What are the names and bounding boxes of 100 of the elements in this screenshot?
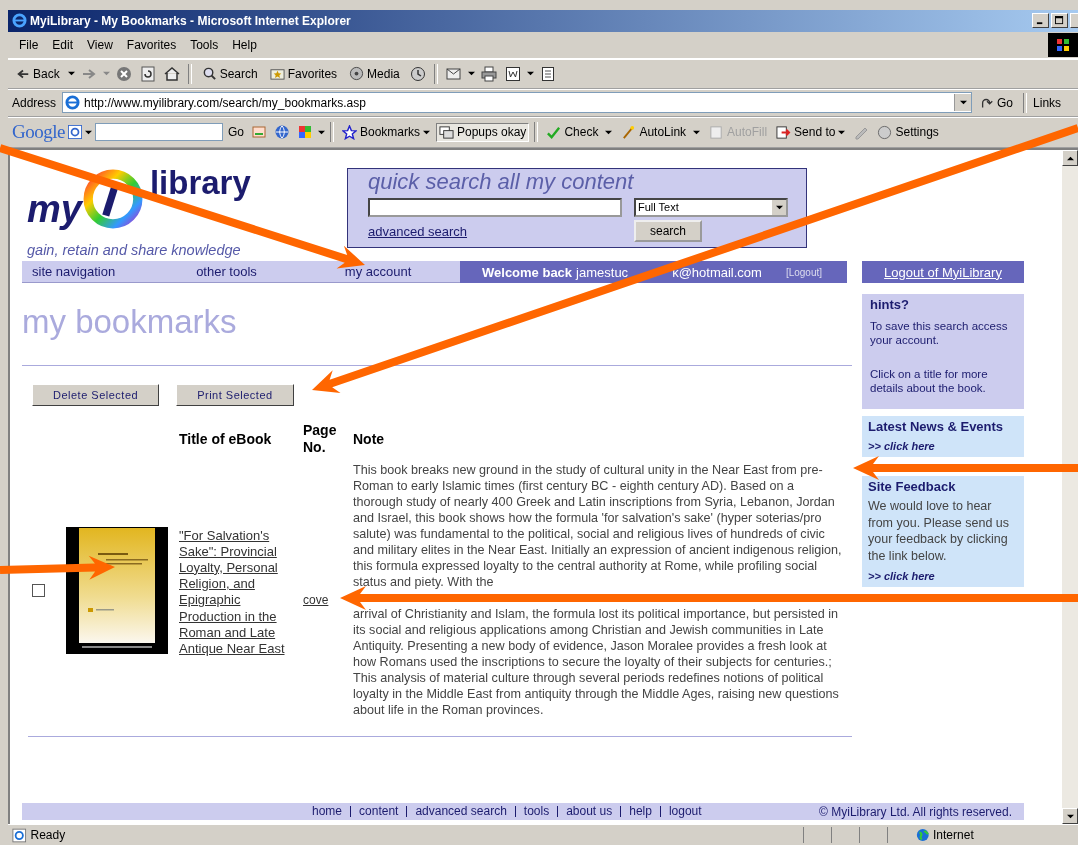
book-title-link[interactable]: "For Salvation's Sake": Provincial Loyalty, Personal Religion, and Epigraphic Production in the Roman and Late Antique Near East [179,523,289,658]
toolbar-button[interactable]: Popups okay [436,122,530,142]
nav-item[interactable]: site navigation [22,264,116,280]
notes-icon[interactable] [539,65,556,82]
click-here-link[interactable]: >> click here [868,440,1018,453]
star-icon [341,124,357,140]
window-title: MyiLibrary - My Bookmarks - Microsoft Internet Explorer [30,13,351,28]
search-type-icon[interactable] [67,125,82,140]
caret-icon [693,128,701,136]
advanced-search-link[interactable]: advanced search [368,223,467,239]
hint-text: Click on a title for more details about the book. [870,367,989,396]
panel-title: Latest News & Events [868,419,1005,435]
book-note: arrival of Christianity and Islam, the formula lost its political importance, but persisted in its social and religious applications among Christian and Jewish communities in Late Antiquity. Presenting a new body of evidence, Jason Moralee provides a fresh look at how Romans used the inscriptions to secure the loyalty of their subjects for centuries.; This analysis of material culture through several periods redefines notions of political loyalty in the Middle East from antiquity through the Middle Ages, raising new questions about life in the Roman provinces. [353,606,840,719]
nav-item[interactable]: my account [334,264,412,280]
menu-item[interactable]: File [12,37,46,52]
caret-icon [423,128,430,136]
toolbar-button[interactable]: Settings [874,122,942,142]
browser-icon [12,13,27,29]
footer-link[interactable]: about us [557,806,621,818]
nav-item[interactable]: other tools [186,264,257,280]
panel-title: Site Feedback [868,479,957,495]
menu-item[interactable]: Favorites [119,37,184,52]
search-button[interactable]: Search [197,64,262,84]
globe-icon [915,828,930,843]
checkbox[interactable] [32,583,45,597]
security-zone: Internet [933,828,975,843]
back-button[interactable]: Back [12,64,64,83]
toolbar-button[interactable]: Send to [773,122,849,142]
action-button[interactable]: Print Selected [176,384,294,407]
welcome-label: Welcome back [482,264,573,280]
caret-icon[interactable] [467,70,475,78]
column-header: Page No. [303,421,338,457]
footer-link[interactable]: help [620,806,660,818]
logout-link[interactable]: [Logout] [785,266,823,278]
print-icon[interactable] [480,65,497,82]
quick-search-title: quick search all my content [368,169,635,196]
hint-text: To save this search access your account. [870,319,1009,348]
form-icon [709,124,725,140]
dropdown-button[interactable] [954,94,972,112]
refresh-icon[interactable] [139,65,156,82]
globe-icon[interactable] [273,124,290,141]
caret-icon [959,99,967,107]
go-button[interactable]: Go [976,93,1018,112]
copyright-text: © MyiLibrary Ltd. All rights reserved. [819,804,1012,819]
history-icon[interactable] [409,65,426,82]
go-button[interactable]: Go [225,125,246,140]
scrollbar[interactable] [1062,150,1078,825]
google-search-input[interactable] [94,123,223,142]
search-field[interactable] [368,197,622,217]
footer-link[interactable]: home [304,806,351,818]
search-button[interactable]: search [634,220,702,243]
caret-icon[interactable] [67,70,75,78]
google-logo: Google [12,121,65,144]
checkmark-icon [546,124,562,140]
status-text: Ready [30,828,67,843]
home-icon[interactable] [163,65,180,82]
links-button[interactable]: Links [1033,95,1066,110]
toolbar-button[interactable]: Check [543,122,616,142]
caret-icon[interactable] [317,128,325,136]
wand-icon [621,124,637,140]
action-button[interactable]: Delete Selected [32,384,160,407]
mail-icon[interactable] [445,65,462,82]
media-button[interactable]: Media [345,64,404,84]
menu-item[interactable]: View [80,37,120,52]
document-icon[interactable] [504,65,521,82]
email-text: k@hotmail.com [672,264,762,280]
menu-item[interactable]: Help [225,37,264,52]
menu-item[interactable]: Edit [45,37,81,52]
menu-item[interactable]: Tools [183,37,226,52]
stop-icon[interactable] [115,65,132,82]
logo-text: library [149,166,251,200]
footer-link[interactable]: content [350,806,407,818]
disc-icon [349,66,365,82]
feedback-text: We would love to hear from you. Please send us your feedback by clicking the link below. [868,498,1011,565]
click-here-link[interactable]: >> click here [868,570,1018,583]
email-text: jamestuc [576,264,629,280]
footer-link[interactable]: advanced search [406,806,515,818]
favorites-button[interactable]: Favorites [265,64,342,84]
close-button[interactable] [1070,13,1078,29]
page-heading: my bookmarks [22,303,238,343]
footer-link[interactable]: logout [659,806,710,818]
scroll-down-icon [1066,812,1074,820]
page-icon [65,95,81,111]
panel-title: hints? [870,297,910,313]
logo-text: my [27,190,82,229]
logout-link[interactable]: Logout of MyiLibrary [862,261,1024,284]
toolbar-button[interactable]: Bookmarks [338,122,433,142]
minimize-button[interactable] [1032,13,1049,29]
page-link[interactable]: cove [303,593,329,608]
tagline: gain, retain and share knowledge [27,242,242,260]
caret-icon[interactable] [526,70,534,78]
scope-dropdown[interactable]: Full Text [634,197,788,217]
settings-icon [877,124,893,140]
windows-icon [439,124,454,140]
footer-link[interactable]: tools [514,806,558,818]
toolbar-button[interactable]: AutoLink [618,122,704,142]
caret-icon[interactable] [84,128,92,136]
maximize-button[interactable] [1051,13,1068,29]
send-icon [776,124,792,140]
caret-icon [775,203,783,211]
